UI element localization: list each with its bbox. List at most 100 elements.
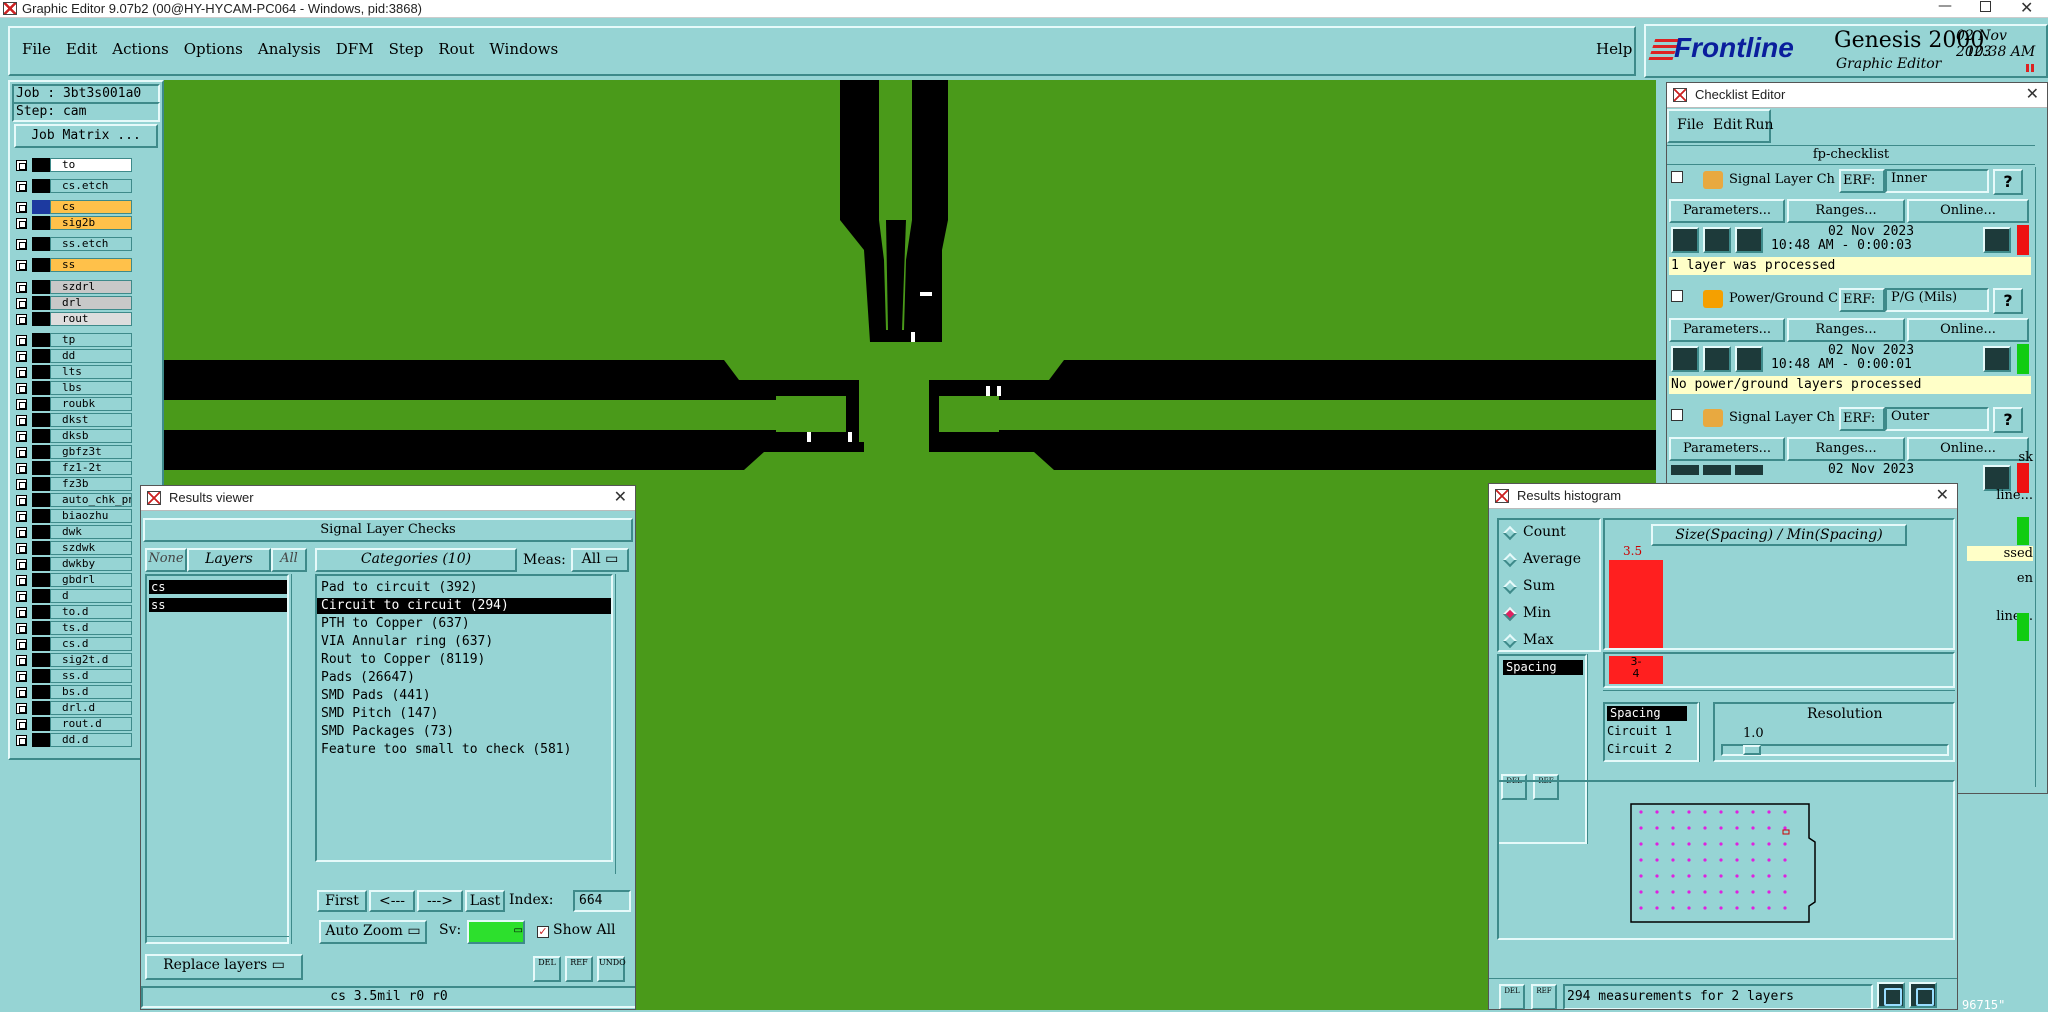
layer-checkbox[interactable] — [16, 639, 27, 650]
layer-name[interactable]: gbfz3t — [50, 445, 132, 459]
layer-checkbox[interactable] — [16, 399, 27, 410]
layer-name[interactable]: szdrl — [50, 280, 132, 294]
layers-list-hscrollbar[interactable] — [145, 936, 289, 946]
layer-name[interactable]: dwk — [50, 525, 132, 539]
layer-checkbox[interactable] — [16, 202, 27, 213]
parameters-button[interactable]: Parameters... — [1669, 199, 1785, 223]
layer-row-34[interactable]: dd.d — [12, 733, 132, 747]
layer-checkbox[interactable] — [16, 575, 27, 586]
menu-edit[interactable]: Edit — [66, 40, 97, 58]
layer-checkbox[interactable] — [16, 623, 27, 634]
checklist-menu-edit[interactable]: Edit — [1713, 117, 1742, 133]
zoom-icon-button[interactable] — [1983, 346, 2011, 372]
erf-value[interactable]: P/G (Mils) — [1885, 288, 1989, 312]
layer-color-swatch[interactable] — [32, 179, 50, 193]
layer-checkbox[interactable] — [16, 239, 27, 250]
menu-analysis[interactable]: Analysis — [258, 40, 321, 58]
layer-row-17[interactable]: fz1-2t — [12, 461, 132, 475]
layer-row-3[interactable]: sig2b — [12, 216, 132, 230]
run-icon-button[interactable] — [1671, 227, 1699, 253]
layer-name[interactable]: drl — [50, 296, 132, 310]
layer-row-9[interactable]: tp — [12, 333, 132, 347]
layer-name[interactable]: fz1-2t — [50, 461, 132, 475]
layer-color-swatch[interactable] — [32, 509, 50, 523]
online-button[interactable]: Online... — [1907, 318, 2029, 342]
layer-color-swatch[interactable] — [32, 717, 50, 731]
layers-list[interactable] — [145, 574, 289, 944]
layer-row-23[interactable]: dwkby — [12, 557, 132, 571]
layer-row-33[interactable]: rout.d — [12, 717, 132, 731]
layer-name[interactable]: cs — [50, 200, 132, 214]
histogram-bin-cell[interactable]: 3- 4 — [1609, 656, 1663, 684]
layer-color-swatch[interactable] — [32, 429, 50, 443]
histogram-option-label[interactable]: Sum — [1523, 578, 1555, 594]
maximize-icon[interactable] — [1980, 1, 1991, 12]
layer-checkbox[interactable] — [16, 591, 27, 602]
layer-checkbox[interactable] — [16, 218, 27, 229]
histogram-column-circuit1[interactable]: Circuit 1 — [1607, 724, 1672, 738]
histogram-columns-scrollbar[interactable] — [1699, 702, 1713, 762]
layer-row-31[interactable]: bs.d — [12, 685, 132, 699]
layer-color-swatch[interactable] — [32, 733, 50, 747]
layer-row-4[interactable]: ss.etch — [12, 237, 132, 251]
layer-row-32[interactable]: drl.d — [12, 701, 132, 715]
status-ref-button[interactable]: REF — [1531, 984, 1557, 1009]
sv-color-select[interactable]: ▭ — [467, 920, 525, 944]
layer-name[interactable]: roubk — [50, 397, 132, 411]
layer-name[interactable]: ss — [50, 258, 132, 272]
layer-color-swatch[interactable] — [32, 525, 50, 539]
category-item[interactable]: SMD Pitch (147) — [317, 706, 611, 722]
layer-name[interactable]: to.d — [50, 605, 132, 619]
checklist-item-checkbox[interactable] — [1671, 409, 1683, 421]
layer-checkbox[interactable] — [16, 298, 27, 309]
layer-row-30[interactable]: ss.d — [12, 669, 132, 683]
category-item[interactable]: Feature too small to check (581) — [317, 742, 611, 758]
layer-row-18[interactable]: fz3b — [12, 477, 132, 491]
layer-row-11[interactable]: lts — [12, 365, 132, 379]
layer-row-0[interactable]: to — [12, 158, 132, 172]
histogram-bar[interactable] — [1609, 560, 1663, 648]
histogram-option-label[interactable]: Average — [1523, 551, 1581, 567]
layer-checkbox[interactable] — [16, 314, 27, 325]
layer-name[interactable]: ss.etch — [50, 237, 132, 251]
layer-name[interactable]: sig2t.d — [50, 653, 132, 667]
layer-color-swatch[interactable] — [32, 573, 50, 587]
run-icon-button[interactable] — [1671, 346, 1699, 372]
resolution-slider-thumb[interactable] — [1743, 745, 1761, 755]
layer-color-swatch[interactable] — [32, 349, 50, 363]
layer-checkbox[interactable] — [16, 383, 27, 394]
layer-checkbox[interactable] — [16, 703, 27, 714]
layer-color-swatch[interactable] — [32, 685, 50, 699]
layers-none-button[interactable]: None — [145, 548, 187, 572]
ranges-button[interactable]: Ranges... — [1787, 437, 1905, 461]
layer-checkbox[interactable] — [16, 735, 27, 746]
layer-name[interactable]: dd — [50, 349, 132, 363]
menu-actions[interactable]: Actions — [112, 40, 168, 58]
layer-row-16[interactable]: gbfz3t — [12, 445, 132, 459]
category-item[interactable]: PTH to Copper (637) — [317, 616, 611, 632]
layer-name[interactable]: biaozhu — [50, 509, 132, 523]
layer-checkbox[interactable] — [16, 181, 27, 192]
menu-dfm[interactable]: DFM — [336, 40, 374, 58]
export-icon-button[interactable] — [1909, 982, 1937, 1008]
category-item[interactable]: Rout to Copper (8119) — [317, 652, 611, 668]
menu-options[interactable]: Options — [184, 40, 243, 58]
ranges-button[interactable]: Ranges... — [1787, 199, 1905, 223]
layer-checkbox[interactable] — [16, 719, 27, 730]
layer-name[interactable]: tp — [50, 333, 132, 347]
histogram-hscrollbar[interactable] — [1603, 690, 1955, 700]
layer-name[interactable]: bs.d — [50, 685, 132, 699]
layer-row-20[interactable]: biaozhu — [12, 509, 132, 523]
layer-color-swatch[interactable] — [32, 493, 50, 507]
layer-name[interactable]: to — [50, 158, 132, 172]
category-item[interactable]: VIA Annular ring (637) — [317, 634, 611, 650]
layer-color-swatch[interactable] — [32, 477, 50, 491]
layers-list-item-cs[interactable]: cs — [149, 580, 287, 594]
layer-row-2[interactable]: cs — [12, 200, 132, 214]
layer-color-swatch[interactable] — [32, 333, 50, 347]
category-item[interactable]: Pads (26647) — [317, 670, 611, 686]
layer-checkbox[interactable] — [16, 431, 27, 442]
run-icon-button[interactable] — [1703, 346, 1731, 372]
layers-list-scrollbar[interactable] — [291, 574, 305, 944]
layer-row-29[interactable]: sig2t.d — [12, 653, 132, 667]
